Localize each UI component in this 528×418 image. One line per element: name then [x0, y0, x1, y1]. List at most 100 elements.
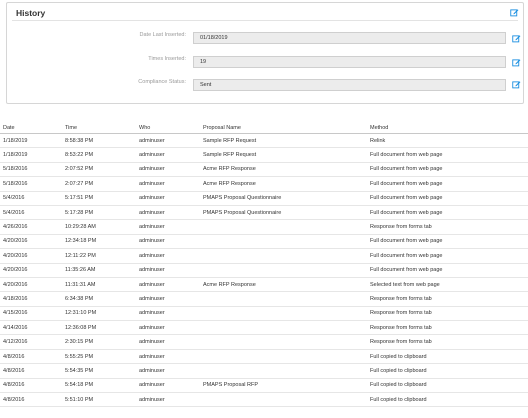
method-cell: Response from forms tab [367, 320, 528, 336]
who-cell: adminuser [136, 191, 200, 206]
column-header-time[interactable]: Time [62, 123, 136, 134]
table-row[interactable]: 1/18/2019 8:58:38 PM adminuser Sample RFP R… [0, 133, 528, 149]
date-cell: 5/18/2016 [0, 176, 62, 192]
who-cell: adminuser [136, 291, 200, 307]
table-row[interactable]: 4/20/2016 12:34:18 PM adminuser Full docume… [0, 234, 528, 250]
history-panel: History Date Last Inserted: 01/18/2019 T… [6, 2, 524, 104]
table-header-row: Date Time Who Proposal Name Method [0, 123, 528, 134]
proposal-name-cell [200, 392, 367, 408]
date-cell: 4/20/2016 [0, 277, 62, 293]
table-row[interactable]: 4/8/2016 5:55:25 PM adminuser Full copied t… [0, 349, 528, 365]
method-cell: Response from forms tab [367, 219, 528, 235]
date-last-inserted-label: Date Last Inserted: [139, 32, 186, 38]
table-row[interactable]: 5/18/2016 2:07:27 PM adminuser Acme RFP Res… [0, 176, 528, 192]
who-cell: adminuser [136, 349, 200, 365]
method-cell: Full copied to clipboard [367, 349, 528, 365]
proposal-name-cell [200, 219, 367, 235]
who-cell: adminuser [136, 248, 200, 264]
table-row[interactable]: 4/15/2016 12:31:10 PM adminuser Response fr… [0, 306, 528, 322]
date-cell: 5/4/2016 [0, 191, 62, 206]
table-row[interactable]: 4/12/2016 2:30:15 PM adminuser Response fro… [0, 334, 528, 350]
proposal-name-cell: PMAPS Proposal Questionnaire [200, 191, 367, 206]
time-cell: 5:54:18 PM [62, 378, 136, 394]
times-inserted-field[interactable]: 19 [193, 56, 506, 68]
method-cell: Full document from web page [367, 176, 528, 192]
table-row[interactable]: 4/8/2016 5:51:10 PM adminuser Full copied t… [0, 392, 528, 408]
method-cell: Full copied to clipboard [367, 363, 528, 379]
proposal-name-cell [200, 291, 367, 307]
table-row[interactable]: 4/26/2016 10:29:28 AM adminuser Response fr… [0, 219, 528, 235]
who-cell: adminuser [136, 392, 200, 408]
proposal-name-cell: Sample RFP Request [200, 147, 367, 163]
proposal-name-cell [200, 263, 367, 278]
method-cell: Full document from web page [367, 191, 528, 206]
who-cell: adminuser [136, 219, 200, 235]
table-row[interactable]: 4/20/2016 12:11:22 PM adminuser Full docume… [0, 248, 528, 264]
who-cell: adminuser [136, 263, 200, 278]
method-cell: Relink [367, 133, 528, 149]
table-row[interactable]: 4/20/2016 11:31:31 AM adminuser Acme RFP Re… [0, 277, 528, 293]
date-cell: 4/26/2016 [0, 219, 62, 235]
column-header-who[interactable]: Who [136, 123, 200, 134]
proposal-name-cell: PMAPS Proposal Questionnaire [200, 205, 367, 221]
proposal-name-cell [200, 306, 367, 322]
who-cell: adminuser [136, 162, 200, 178]
method-cell: Response from forms tab [367, 291, 528, 307]
date-cell: 4/8/2016 [0, 392, 62, 408]
who-cell: adminuser [136, 363, 200, 379]
proposal-name-cell: Acme RFP Response [200, 176, 367, 192]
proposal-name-cell [200, 334, 367, 350]
time-cell: 12:31:10 PM [62, 306, 136, 322]
date-cell: 4/20/2016 [0, 263, 62, 278]
who-cell: adminuser [136, 277, 200, 293]
table-row[interactable]: 5/4/2016 5:17:51 PM adminuser PMAPS Proposa… [0, 191, 528, 206]
date-cell: 5/4/2016 [0, 205, 62, 221]
edit-compliance-icon[interactable] [512, 80, 521, 89]
who-cell: adminuser [136, 334, 200, 350]
table-row[interactable]: 1/18/2019 8:53:22 PM adminuser Sample RFP R… [0, 147, 528, 163]
date-cell: 4/12/2016 [0, 334, 62, 350]
time-cell: 11:35:26 AM [62, 263, 136, 278]
method-cell: Response from forms tab [367, 306, 528, 322]
table-row[interactable]: 4/14/2016 12:36:08 PM adminuser Response fr… [0, 320, 528, 336]
who-cell: adminuser [136, 133, 200, 149]
table-body: 1/18/2019 8:58:38 PM adminuser Sample RFP R… [0, 133, 528, 408]
time-cell: 5:55:25 PM [62, 349, 136, 365]
who-cell: adminuser [136, 234, 200, 250]
compliance-status-label: Compliance Status: [138, 79, 186, 85]
table-row[interactable]: 4/18/2016 6:34:38 PM adminuser Response fro… [0, 291, 528, 307]
time-cell: 12:34:18 PM [62, 234, 136, 250]
date-cell: 1/18/2019 [0, 147, 62, 163]
compliance-status-field[interactable]: Sent [193, 79, 506, 91]
history-title: History [16, 8, 46, 18]
date-cell: 4/8/2016 [0, 378, 62, 394]
edit-times-icon[interactable] [512, 58, 521, 67]
table-row[interactable]: 5/18/2016 2:07:52 PM adminuser Acme RFP Res… [0, 162, 528, 178]
date-cell: 4/20/2016 [0, 234, 62, 250]
table-row[interactable]: 4/8/2016 5:54:18 PM adminuser PMAPS Proposa… [0, 378, 528, 394]
time-cell: 2:07:27 PM [62, 176, 136, 192]
proposal-name-cell [200, 349, 367, 365]
edit-date-icon[interactable] [512, 34, 521, 43]
method-cell: Full document from web page [367, 263, 528, 278]
date-cell: 4/8/2016 [0, 363, 62, 379]
proposal-name-cell [200, 234, 367, 250]
table-row[interactable]: 4/8/2016 5:54:35 PM adminuser Full copied t… [0, 363, 528, 379]
table-row[interactable]: 4/20/2016 11:35:26 AM adminuser Full docume… [0, 263, 528, 278]
date-cell: 4/14/2016 [0, 320, 62, 336]
date-last-inserted-field[interactable]: 01/18/2019 [193, 32, 506, 44]
who-cell: adminuser [136, 147, 200, 163]
method-cell: Full copied to clipboard [367, 392, 528, 408]
table-row[interactable]: 5/4/2016 5:17:28 PM adminuser PMAPS Proposa… [0, 205, 528, 221]
edit-history-icon[interactable] [510, 8, 519, 17]
time-cell: 2:07:52 PM [62, 162, 136, 178]
proposal-name-cell: Acme RFP Response [200, 277, 367, 293]
method-cell: Full document from web page [367, 147, 528, 163]
time-cell: 5:17:51 PM [62, 191, 136, 206]
proposal-name-cell: PMAPS Proposal RFP [200, 378, 367, 394]
time-cell: 5:51:10 PM [62, 392, 136, 408]
time-cell: 5:17:28 PM [62, 205, 136, 221]
column-header-date[interactable]: Date [0, 123, 62, 134]
column-header-method[interactable]: Method [367, 123, 528, 134]
column-header-proposal-name[interactable]: Proposal Name [200, 123, 367, 134]
